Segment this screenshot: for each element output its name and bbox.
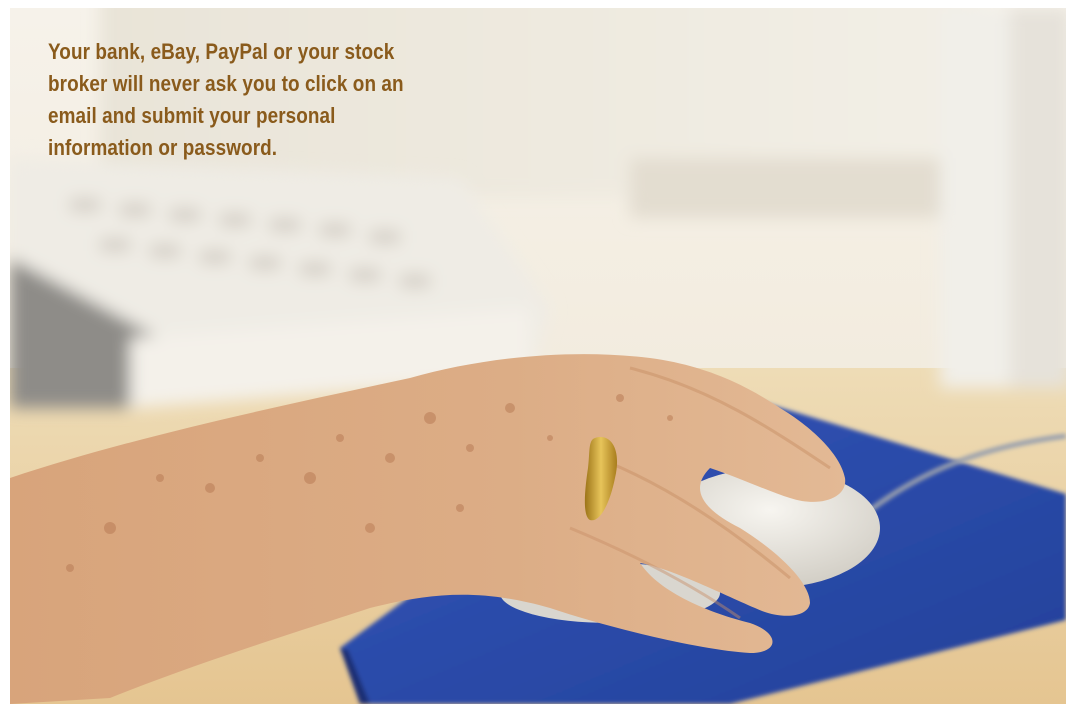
caption-text: Your bank, eBay, PayPal or your stock br… [48,39,404,160]
photo-frame: Your bank, eBay, PayPal or your stock br… [0,0,1070,704]
